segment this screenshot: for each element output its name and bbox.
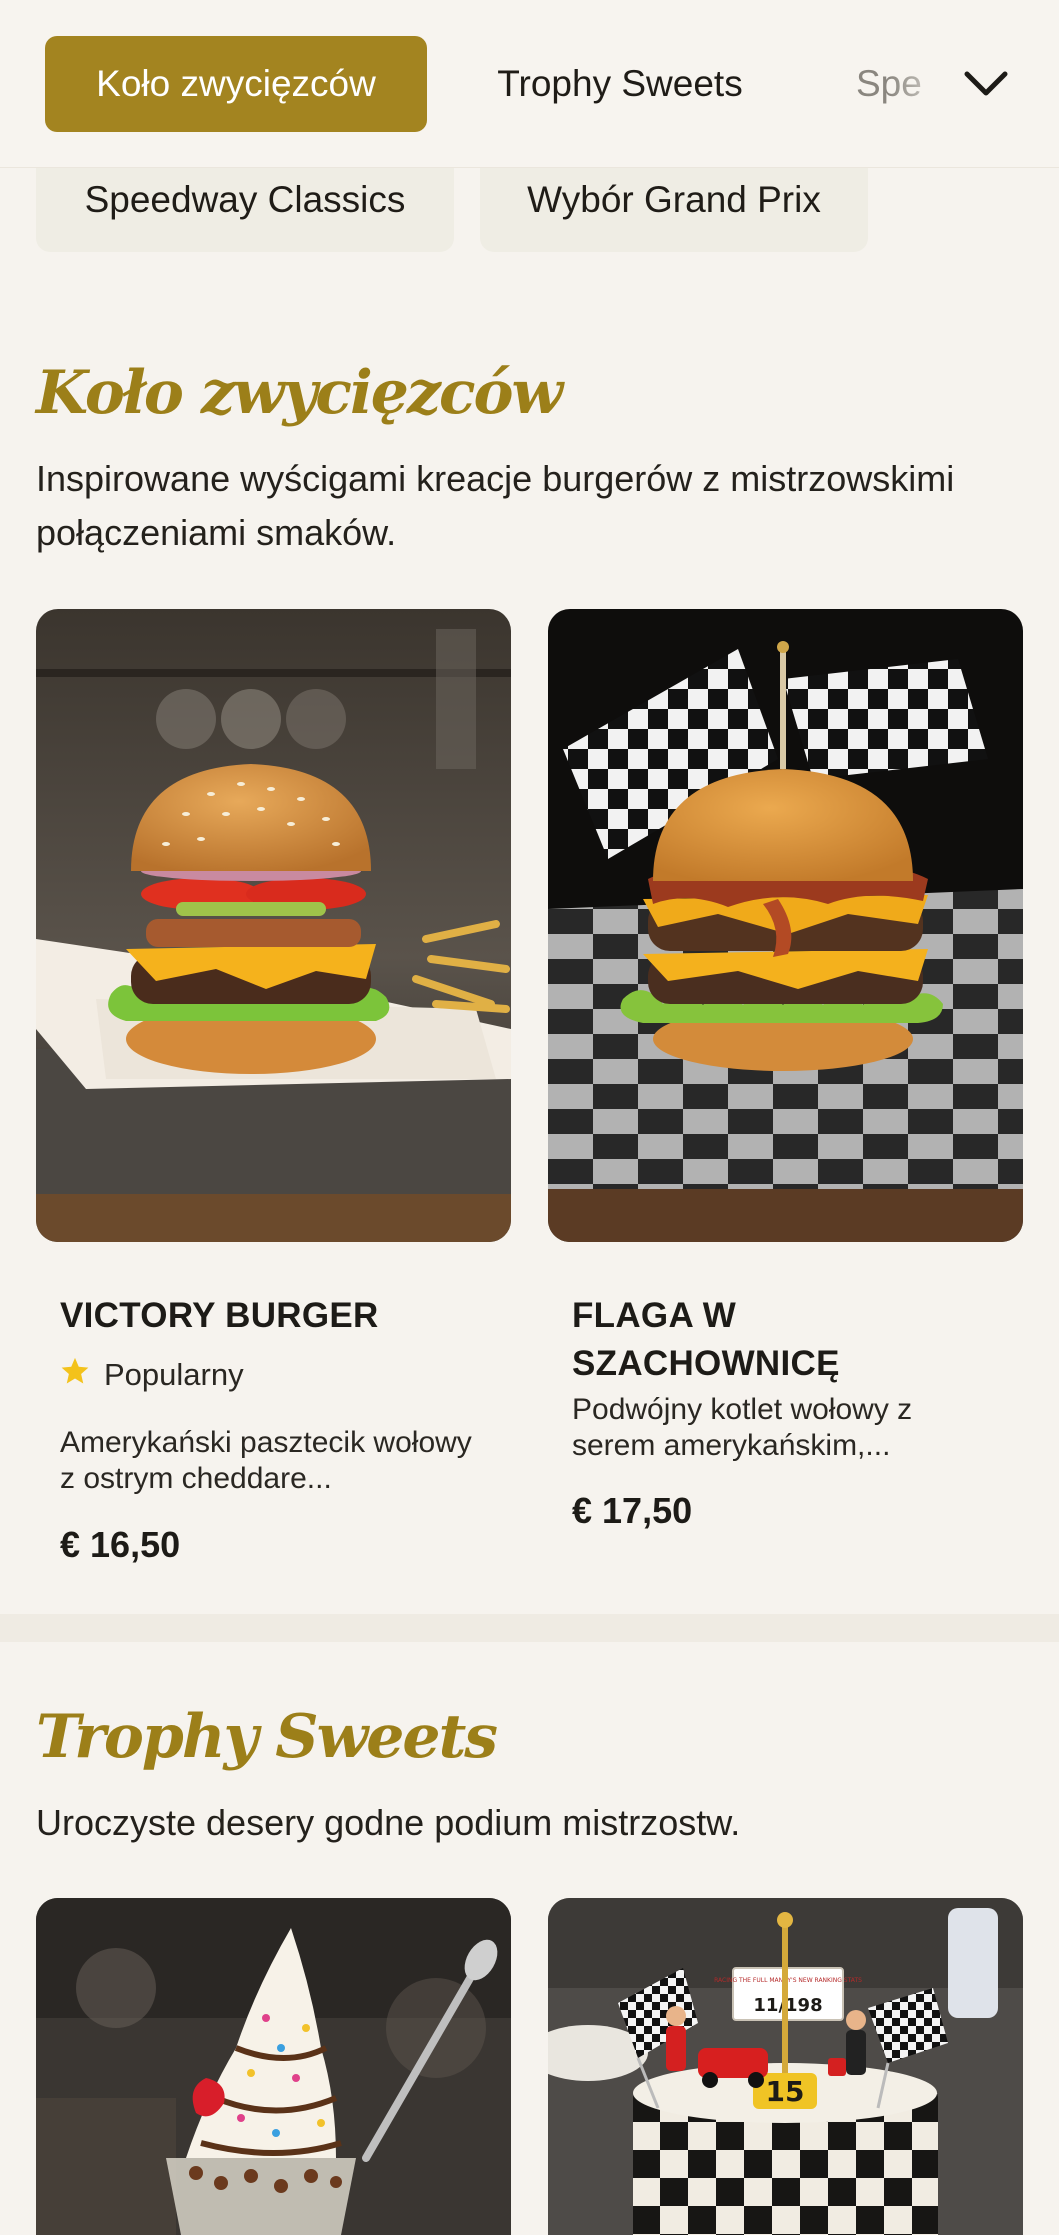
chevron-down-icon[interactable] (958, 56, 1014, 112)
victory-burger-image[interactable] (36, 609, 511, 1242)
sundae-image[interactable] (36, 1898, 511, 2235)
item-description: Amerykański pasztecik wołowy z ostrym ch… (60, 1426, 472, 1495)
flaga-w-szachownice-image[interactable] (548, 609, 1023, 1242)
section-description: Inspirowane wyścigami kreacje burgerów z… (36, 458, 955, 553)
badge-label: Popularny (104, 1357, 244, 1392)
racing-cake-image[interactable]: RACING THE FULL MANDY'S NEW RANKING STAT… (548, 1898, 1023, 2235)
tab-speedway[interactable]: Spe (856, 36, 966, 132)
popular-badge: Popularny (60, 1356, 244, 1394)
item-price: € 16,50 (60, 1524, 181, 1565)
tab-label: Spe (856, 63, 922, 104)
section-divider (0, 1614, 1059, 1642)
tab-kolo-zwyciezcow[interactable]: Koło zwycięzców (45, 36, 427, 132)
item-price: € 17,50 (572, 1490, 693, 1531)
tab-label: Koło zwycięzców (96, 63, 376, 104)
tab-trophy-sweets[interactable]: Trophy Sweets (470, 36, 770, 132)
section-title: Trophy Sweets (36, 1702, 498, 1772)
item-name: FLAGA W SZACHOWNICĘ (572, 1296, 840, 1383)
chip-label: Speedway Classics (84, 179, 406, 220)
tab-label: Trophy Sweets (497, 63, 743, 104)
item-description: Podwójny kotlet wołowy z serem amerykańs… (572, 1393, 913, 1462)
chip-label: Wybór Grand Prix (527, 179, 821, 220)
star-icon (60, 1356, 90, 1394)
category-nav: Koło zwycięzców Trophy Sweets Spe (0, 0, 1059, 168)
section-title: Koło zwycięzców (36, 358, 563, 428)
cake-banner-text: RACING THE FULL MANDY'S NEW RANKING STAT… (714, 1977, 862, 1984)
cake-number: 15 (766, 2075, 805, 2108)
item-name: VICTORY BURGER (60, 1296, 379, 1335)
section-description: Uroczyste desery godne podium mistrzostw… (36, 1802, 741, 1843)
